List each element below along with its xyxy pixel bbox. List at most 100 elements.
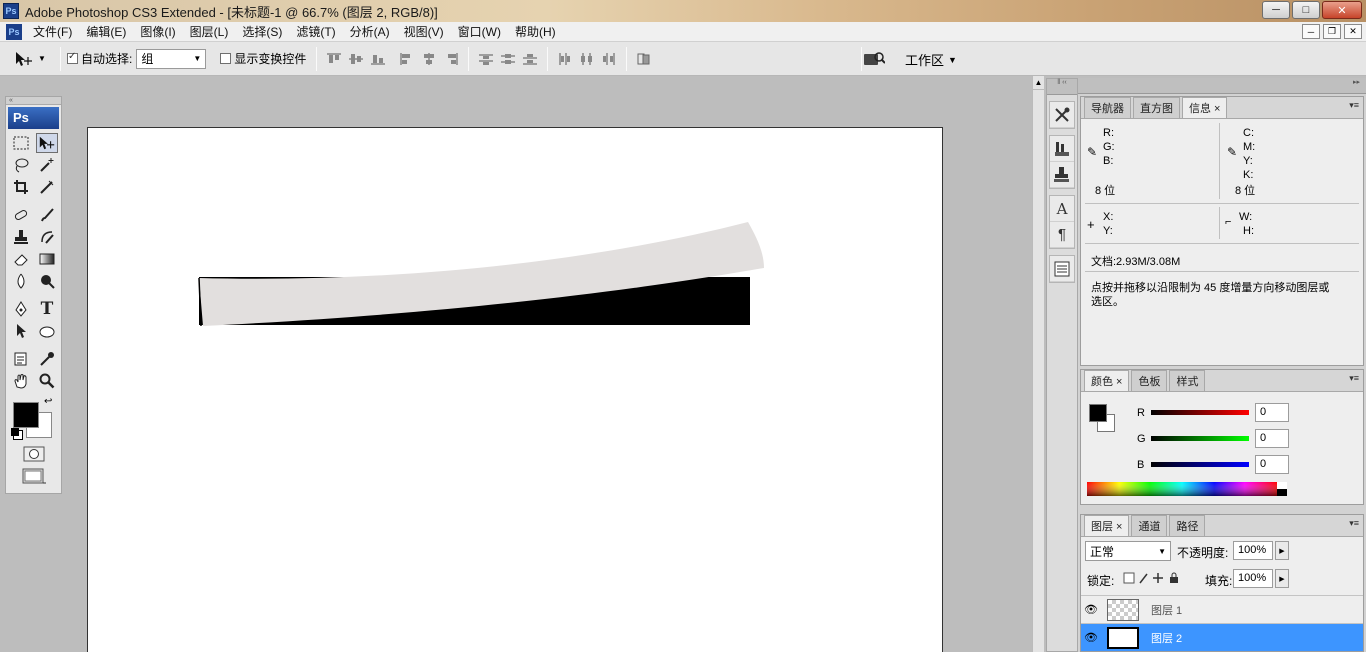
align-hcenter-icon[interactable]: [421, 52, 437, 66]
swap-colors-icon[interactable]: ↩: [44, 396, 52, 407]
default-colors-icon[interactable]: [11, 428, 19, 436]
tab-channels[interactable]: 通道: [1131, 515, 1168, 536]
layer-comps-panel-icon[interactable]: [1050, 256, 1074, 282]
menu-view[interactable]: 视图(V): [397, 22, 451, 42]
slice-tool-icon[interactable]: [36, 177, 58, 197]
vertical-scrollbar[interactable]: ▲: [1032, 76, 1044, 652]
tab-histogram[interactable]: 直方图: [1133, 97, 1180, 118]
align-right-icon[interactable]: [443, 52, 459, 66]
magic-wand-tool-icon[interactable]: [36, 155, 58, 175]
clone-source-panel-icon[interactable]: [1050, 162, 1074, 188]
history-brush-tool-icon[interactable]: [36, 227, 58, 247]
auto-select-option[interactable]: 自动选择:: [67, 50, 132, 67]
dock-grip[interactable]: ‖ ‹‹: [1047, 79, 1077, 95]
distribute-hcenter-icon[interactable]: [579, 52, 595, 66]
healing-brush-tool-icon[interactable]: [10, 205, 32, 225]
dodge-tool-icon[interactable]: [36, 271, 58, 291]
red-slider[interactable]: [1151, 410, 1249, 415]
eyedropper-tool-icon[interactable]: [36, 349, 58, 369]
distribute-left-icon[interactable]: [557, 52, 573, 66]
ellipse-tool-icon[interactable]: [36, 321, 58, 341]
tab-paths[interactable]: 路径: [1169, 515, 1206, 536]
clone-stamp-tool-icon[interactable]: [10, 227, 32, 247]
menu-select[interactable]: 选择(S): [235, 22, 289, 42]
maximize-button[interactable]: □: [1292, 1, 1320, 19]
move-tool-icon[interactable]: [36, 133, 58, 153]
lasso-tool-icon[interactable]: [10, 155, 32, 175]
color-spectrum-bar[interactable]: [1087, 482, 1287, 496]
bridge-button[interactable]: [862, 48, 886, 70]
align-vcenter-icon[interactable]: [348, 52, 364, 66]
align-bottom-icon[interactable]: [370, 52, 386, 66]
tab-navigator[interactable]: 导航器: [1084, 97, 1131, 118]
opacity-input[interactable]: 100%: [1233, 541, 1273, 560]
layer-visibility-eye-icon[interactable]: 👁: [1081, 603, 1101, 616]
align-top-icon[interactable]: [326, 52, 342, 66]
color-panel-foreground-swatch[interactable]: [1089, 404, 1107, 422]
hand-tool-icon[interactable]: [10, 371, 32, 391]
tab-styles[interactable]: 样式: [1169, 370, 1206, 391]
panel-menu-icon[interactable]: ▾≡: [1349, 100, 1359, 111]
image-canvas[interactable]: [87, 127, 943, 652]
gradient-tool-icon[interactable]: [36, 249, 58, 269]
layer-row-selected[interactable]: 👁 图层 2: [1081, 623, 1363, 651]
auto-align-layers-icon[interactable]: [636, 52, 652, 66]
doc-close-button[interactable]: ✕: [1344, 24, 1362, 39]
brushes-panel-icon[interactable]: [1050, 136, 1074, 162]
tab-layers[interactable]: 图层 ×: [1084, 515, 1130, 536]
align-left-icon[interactable]: [399, 52, 415, 66]
zoom-tool-icon[interactable]: [36, 371, 58, 391]
crop-tool-icon[interactable]: [10, 177, 32, 197]
tab-color[interactable]: 颜色 ×: [1084, 370, 1130, 391]
menu-edit[interactable]: 编辑(E): [79, 22, 133, 42]
path-selection-tool-icon[interactable]: [10, 321, 32, 341]
toolbox-grip[interactable]: «: [6, 97, 61, 105]
layer-row[interactable]: 👁 图层 1: [1081, 595, 1363, 623]
blur-tool-icon[interactable]: [10, 271, 32, 291]
doc-restore-button[interactable]: ❐: [1323, 24, 1341, 39]
fill-slider-arrow-icon[interactable]: ▶: [1275, 569, 1289, 588]
red-value-input[interactable]: 0: [1255, 403, 1289, 422]
blend-mode-dropdown[interactable]: 正常 ▼: [1085, 541, 1171, 561]
brush-tool-icon[interactable]: [36, 205, 58, 225]
tool-preset-picker[interactable]: ▼: [14, 51, 54, 67]
close-button[interactable]: ✕: [1322, 1, 1362, 19]
blue-value-input[interactable]: 0: [1255, 455, 1289, 474]
minimize-button[interactable]: ─: [1262, 1, 1290, 19]
panel-stack-grip[interactable]: ▸▸: [1078, 78, 1366, 94]
paragraph-panel-icon[interactable]: ¶: [1050, 222, 1074, 248]
menu-file[interactable]: 文件(F): [26, 22, 79, 42]
show-transform-option[interactable]: 显示变换控件: [220, 50, 306, 67]
layer-visibility-eye-icon[interactable]: 👁: [1081, 631, 1101, 644]
menu-window[interactable]: 窗口(W): [451, 22, 508, 42]
toolbox-ps-badge[interactable]: Ps: [8, 107, 59, 129]
panel-menu-icon[interactable]: ▾≡: [1349, 518, 1359, 529]
marquee-tool-icon[interactable]: [10, 133, 32, 153]
workspace-menu[interactable]: 工作区 ▼: [905, 50, 957, 69]
menu-filter[interactable]: 滤镜(T): [289, 22, 342, 42]
distribute-bottom-icon[interactable]: [522, 52, 538, 66]
tool-presets-icon[interactable]: [1050, 102, 1074, 128]
quick-mask-button[interactable]: [6, 446, 61, 462]
character-panel-icon[interactable]: A: [1050, 196, 1074, 222]
eraser-tool-icon[interactable]: [10, 249, 32, 269]
notes-tool-icon[interactable]: [10, 349, 32, 369]
green-slider[interactable]: [1151, 436, 1249, 441]
fill-input[interactable]: 100%: [1233, 569, 1273, 588]
distribute-right-icon[interactable]: [601, 52, 617, 66]
show-transform-checkbox[interactable]: [220, 53, 232, 64]
screen-mode-button[interactable]: [6, 468, 61, 486]
menu-help[interactable]: 帮助(H): [508, 22, 563, 42]
tab-info[interactable]: 信息 ×: [1182, 97, 1228, 118]
menu-image[interactable]: 图像(I): [133, 22, 182, 42]
opacity-slider-arrow-icon[interactable]: ▶: [1275, 541, 1289, 560]
distribute-vcenter-icon[interactable]: [500, 52, 516, 66]
panel-menu-icon[interactable]: ▾≡: [1349, 373, 1359, 384]
distribute-top-icon[interactable]: [478, 52, 494, 66]
auto-select-dropdown[interactable]: 组 ▼: [136, 48, 207, 69]
pen-tool-icon[interactable]: [10, 299, 32, 319]
scroll-up-arrow-icon[interactable]: ▲: [1033, 76, 1044, 90]
auto-select-checkbox[interactable]: [67, 51, 78, 64]
tab-swatches[interactable]: 色板: [1131, 370, 1168, 391]
foreground-color-swatch[interactable]: [13, 402, 39, 428]
